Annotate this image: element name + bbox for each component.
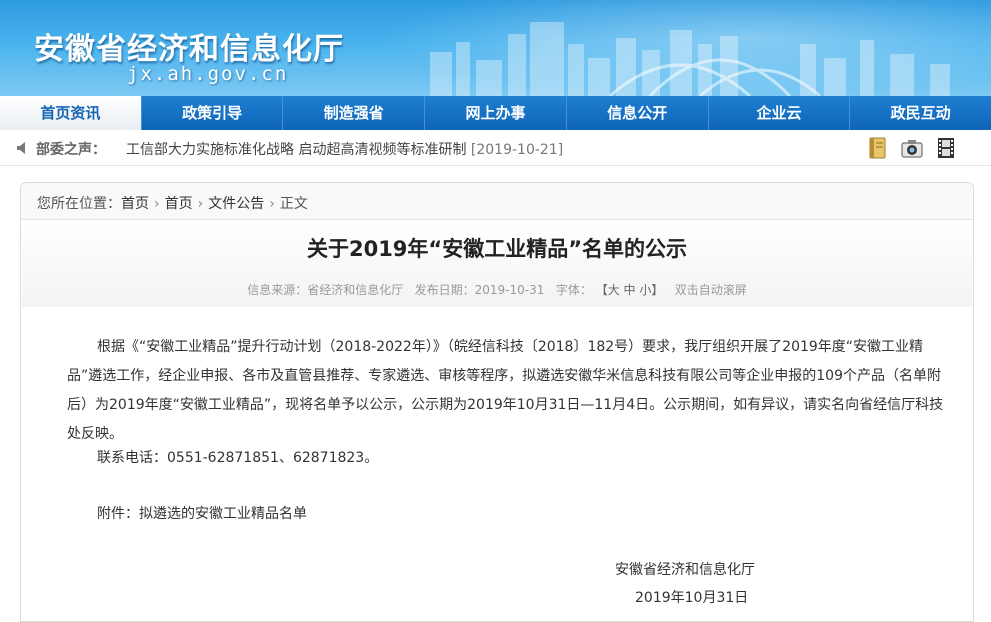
article-title: 关于2019年“安徽工业精品”名单的公示 (306, 237, 688, 261)
ticker-item[interactable]: 工信部大力实施标准化战略 启动超高清视频等标准研制 [2019-10-21] (126, 139, 563, 159)
news-ticker: 部委之声： 工信部大力实施标准化战略 启动超高清视频等标准研制 [2019-10… (0, 130, 991, 166)
nav-item-info-disclosure[interactable]: 信息公开 (565, 96, 708, 130)
speaker-icon (17, 142, 25, 154)
nav-item-manufacturing[interactable]: 制造强省 (282, 96, 424, 130)
font-size-selector[interactable]: 【大 中 小】 (596, 283, 664, 297)
nav-item-home-news[interactable]: 首页资讯 (0, 96, 141, 130)
breadcrumb-link-announcements[interactable]: 文件公告 (208, 196, 264, 212)
nav-item-public-interaction[interactable]: 政民互动 (849, 96, 991, 130)
contact-phone: 联系电话：0551-62871851、62871823。 (97, 450, 379, 466)
notebook-icon[interactable] (866, 136, 890, 160)
meta-source: 信息来源：省经济和信息化厅 (247, 283, 404, 297)
ticker-item-text[interactable]: 工信部大力实施标准化战略 启动超高清视频等标准研制 (126, 142, 466, 158)
attachment-link[interactable]: 附件：拟遴选的安徽工业精品名单 (97, 503, 307, 523)
breadcrumb-current: 正文 (279, 196, 308, 212)
city-skyline-image (430, 22, 950, 96)
ticker-item-date: [2019-10-21] (470, 142, 564, 158)
breadcrumb-link-home-2[interactable]: 首页 (165, 196, 193, 212)
camera-icon[interactable] (900, 136, 924, 160)
meta-date: 发布日期：2019-10-31 (414, 283, 545, 297)
toolbar (866, 136, 958, 160)
article-paragraph: 根据《“安徽工业精品”提升行动计划（2018-2022年）》（皖经信科技〔201… (67, 339, 944, 442)
nav-item-online-services[interactable]: 网上办事 (424, 96, 566, 130)
meta-font-label: 字体： (555, 283, 592, 297)
nav-item-enterprise-cloud[interactable]: 企业云 (707, 96, 850, 130)
breadcrumb: 您所在位置：首页 › 首页 › 文件公告 › 正文 (21, 183, 973, 220)
article-container: 您所在位置：首页 › 首页 › 文件公告 › 正文 关于2019年“安徽工业精品”名单的公示… (20, 182, 974, 622)
nav-item-policy[interactable]: 政策引导 (140, 96, 283, 130)
breadcrumb-separator: › (197, 196, 204, 212)
breadcrumb-separator: › (154, 196, 160, 212)
article-header: 关于2019年“安徽工业精品”名单的公示 信息来源：省经济和信息化厅 发布日期：… (22, 221, 972, 307)
site-domain: jx.ah.gov.cn (127, 63, 289, 85)
article-body: 根据《“安徽工业精品”提升行动计划（2018-2022年）》（皖经信科技〔201… (67, 333, 947, 449)
site-title[interactable]: 安徽省经济和信息化厅 (34, 24, 344, 68)
signature-date: 2019年10月31日 (635, 590, 749, 606)
film-icon[interactable] (934, 136, 958, 160)
signature-org: 安徽省经济和信息化厅 (615, 562, 755, 578)
auto-scroll-hint[interactable]: 双击自动滚屏 (675, 283, 747, 297)
breadcrumb-link-home[interactable]: 首页 (121, 196, 149, 212)
main-nav: 首页资讯 政策引导 制造强省 网上办事 信息公开 企业云 政民互动 (0, 96, 991, 130)
breadcrumb-separator: › (269, 196, 275, 212)
breadcrumb-prefix: 您所在位置： (37, 196, 121, 212)
ticker-label: 部委之声： (36, 142, 106, 158)
article-meta: 信息来源：省经济和信息化厅 发布日期：2019-10-31 字体： 【大 中 小… (22, 281, 972, 298)
header-banner: 安徽省经济和信息化厅 jx.ah.gov.cn (0, 0, 991, 96)
